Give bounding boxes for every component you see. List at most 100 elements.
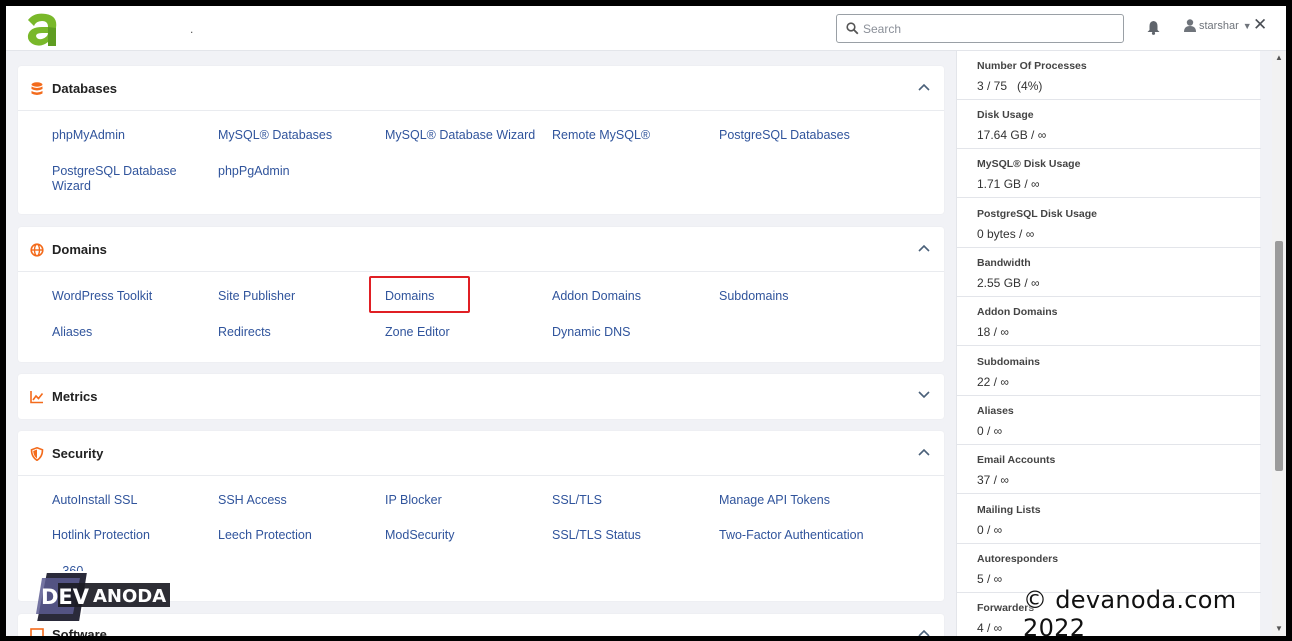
stat-value: 0 / ∞	[977, 424, 1003, 438]
bell-icon[interactable]	[1147, 20, 1160, 35]
chevron-up-icon[interactable]	[918, 244, 930, 252]
stat-value: 3 / 75 (4%)	[977, 79, 1043, 93]
database-icon	[31, 82, 43, 95]
cpanel-logo-icon[interactable]	[24, 10, 64, 50]
stat-label: Bandwidth	[977, 257, 1031, 269]
metrics-title: Metrics	[52, 389, 98, 404]
link-addon-domains[interactable]: Addon Domains	[552, 289, 641, 304]
link-ssl-tls[interactable]: SSL/TLS	[552, 493, 602, 508]
metrics-section: Metrics	[18, 374, 944, 419]
stat-mysql-disk-usage: MySQL® Disk Usage 1.71 GB / ∞	[957, 149, 1261, 198]
domains-header[interactable]: Domains	[18, 227, 944, 272]
link-dynamic-dns[interactable]: Dynamic DNS	[552, 325, 631, 340]
link-modsecurity[interactable]: ModSecurity	[385, 528, 454, 543]
link-phpmyadmin[interactable]: phpMyAdmin	[52, 128, 125, 143]
link-hotlink-protection[interactable]: Hotlink Protection	[52, 528, 150, 543]
chevron-up-icon[interactable]	[918, 448, 930, 456]
link-phppgadmin[interactable]: phpPgAdmin	[218, 164, 290, 179]
vertical-scrollbar[interactable]: ▲ ▼	[1272, 51, 1286, 636]
link-site-publisher[interactable]: Site Publisher	[218, 289, 295, 304]
globe-icon	[30, 243, 44, 257]
watermark-text-dev: DEV	[41, 585, 90, 609]
stat-bandwidth: Bandwidth 2.55 GB / ∞	[957, 248, 1261, 297]
domains-title: Domains	[52, 242, 107, 257]
stat-label: MySQL® Disk Usage	[977, 158, 1081, 170]
link-two-factor-authentication[interactable]: Two-Factor Authentication	[719, 528, 864, 543]
cpanel-window: . starshar ▼ ✕	[6, 6, 1286, 636]
link-autoinstall-ssl[interactable]: AutoInstall SSL	[52, 493, 137, 508]
stat-value: 5 / ∞	[977, 572, 1003, 586]
chevron-down-icon[interactable]	[918, 391, 930, 399]
security-title: Security	[52, 446, 104, 461]
chart-icon	[30, 391, 44, 404]
databases-title: Databases	[52, 81, 118, 96]
scrollbar-thumb[interactable]	[1275, 241, 1283, 471]
statistics-panel: Number Of Processes 3 / 75 (4%) Disk Usa…	[956, 51, 1261, 636]
shield-icon	[30, 447, 44, 461]
link-mysql-databases[interactable]: MySQL® Databases	[218, 128, 332, 143]
chevron-up-icon[interactable]	[918, 83, 930, 91]
stat-value: 1.71 GB / ∞	[977, 177, 1040, 191]
stat-addon-domains: Addon Domains 18 / ∞	[957, 297, 1261, 346]
link-ssl-tls-status[interactable]: SSL/TLS Status	[552, 528, 641, 543]
software-icon	[30, 628, 44, 636]
stat-label: Autoresponders	[977, 553, 1059, 565]
stat-label: Aliases	[977, 405, 1014, 417]
link-aliases[interactable]: Aliases	[52, 325, 92, 340]
stat-disk-usage: Disk Usage 17.64 GB / ∞	[957, 100, 1261, 149]
search-input[interactable]	[863, 19, 1113, 38]
username-label: starshar	[1199, 19, 1239, 32]
stat-value: 0 bytes / ∞	[977, 227, 1035, 241]
link-leech-protection[interactable]: Leech Protection	[218, 528, 312, 543]
databases-header[interactable]: Databases	[18, 66, 944, 111]
watermark-text-anoda: ANODA	[93, 586, 166, 607]
close-icon[interactable]: ✕	[1253, 15, 1267, 35]
top-header: . starshar ▼ ✕	[6, 6, 1286, 51]
stat-postgresql-disk-usage: PostgreSQL Disk Usage 0 bytes / ∞	[957, 199, 1261, 248]
stat-value: 0 / ∞	[977, 523, 1003, 537]
search-icon	[846, 22, 859, 35]
stat-value: 17.64 GB / ∞	[977, 128, 1047, 142]
scroll-up-arrow-icon[interactable]: ▲	[1275, 53, 1283, 62]
stat-email-accounts: Email Accounts 37 / ∞	[957, 445, 1261, 494]
stat-processes: Number Of Processes 3 / 75 (4%)	[957, 51, 1261, 100]
stat-label: Addon Domains	[977, 306, 1058, 318]
stat-label: Mailing Lists	[977, 504, 1041, 516]
stat-value: 2.55 GB / ∞	[977, 276, 1040, 290]
user-icon	[1184, 19, 1196, 32]
link-domains[interactable]: Domains	[385, 289, 434, 304]
stat-label: Email Accounts	[977, 454, 1056, 466]
chevron-up-icon[interactable]	[918, 629, 930, 636]
user-menu[interactable]: starshar ▼	[1184, 19, 1252, 32]
stat-value: 37 / ∞	[977, 473, 1009, 487]
link-redirects[interactable]: Redirects	[218, 325, 271, 340]
caret-down-icon: ▼	[1242, 20, 1252, 31]
stat-label: Subdomains	[977, 356, 1041, 368]
search-box[interactable]	[836, 14, 1124, 43]
stat-subdomains: Subdomains 22 / ∞	[957, 347, 1261, 396]
header-dot: .	[190, 22, 194, 36]
link-wordpress-toolkit[interactable]: WordPress Toolkit	[52, 289, 152, 304]
stat-label: PostgreSQL Disk Usage	[977, 208, 1098, 220]
link-manage-api-tokens[interactable]: Manage API Tokens	[719, 493, 830, 508]
devanoda-watermark-logo: DEV ANODA	[34, 571, 170, 623]
link-mysql-database-wizard[interactable]: MySQL® Database Wizard	[385, 128, 535, 143]
stat-value: 22 / ∞	[977, 375, 1009, 389]
link-postgresql-databases[interactable]: PostgreSQL Databases	[719, 128, 850, 143]
databases-section: Databases phpMyAdmin MySQL® Databases My…	[18, 66, 944, 214]
metrics-header[interactable]: Metrics	[18, 374, 944, 419]
domains-section: Domains WordPress Toolkit Site Publisher…	[18, 227, 944, 362]
copyright-watermark: © devanoda.com 2022	[1023, 586, 1237, 636]
software-title: Software	[52, 627, 107, 636]
link-remote-mysql[interactable]: Remote MySQL®	[552, 128, 650, 143]
stat-label: Disk Usage	[977, 109, 1034, 121]
link-zone-editor[interactable]: Zone Editor	[385, 325, 450, 340]
link-ip-blocker[interactable]: IP Blocker	[385, 493, 442, 508]
security-header[interactable]: Security	[18, 431, 944, 476]
link-ssh-access[interactable]: SSH Access	[218, 493, 287, 508]
stat-value: 4 / ∞	[977, 621, 1003, 635]
stat-value: 18 / ∞	[977, 325, 1009, 339]
stat-label: Number Of Processes	[977, 60, 1087, 72]
link-subdomains[interactable]: Subdomains	[719, 289, 789, 304]
link-postgresql-database-wizard[interactable]: PostgreSQL Database Wizard	[52, 164, 192, 194]
